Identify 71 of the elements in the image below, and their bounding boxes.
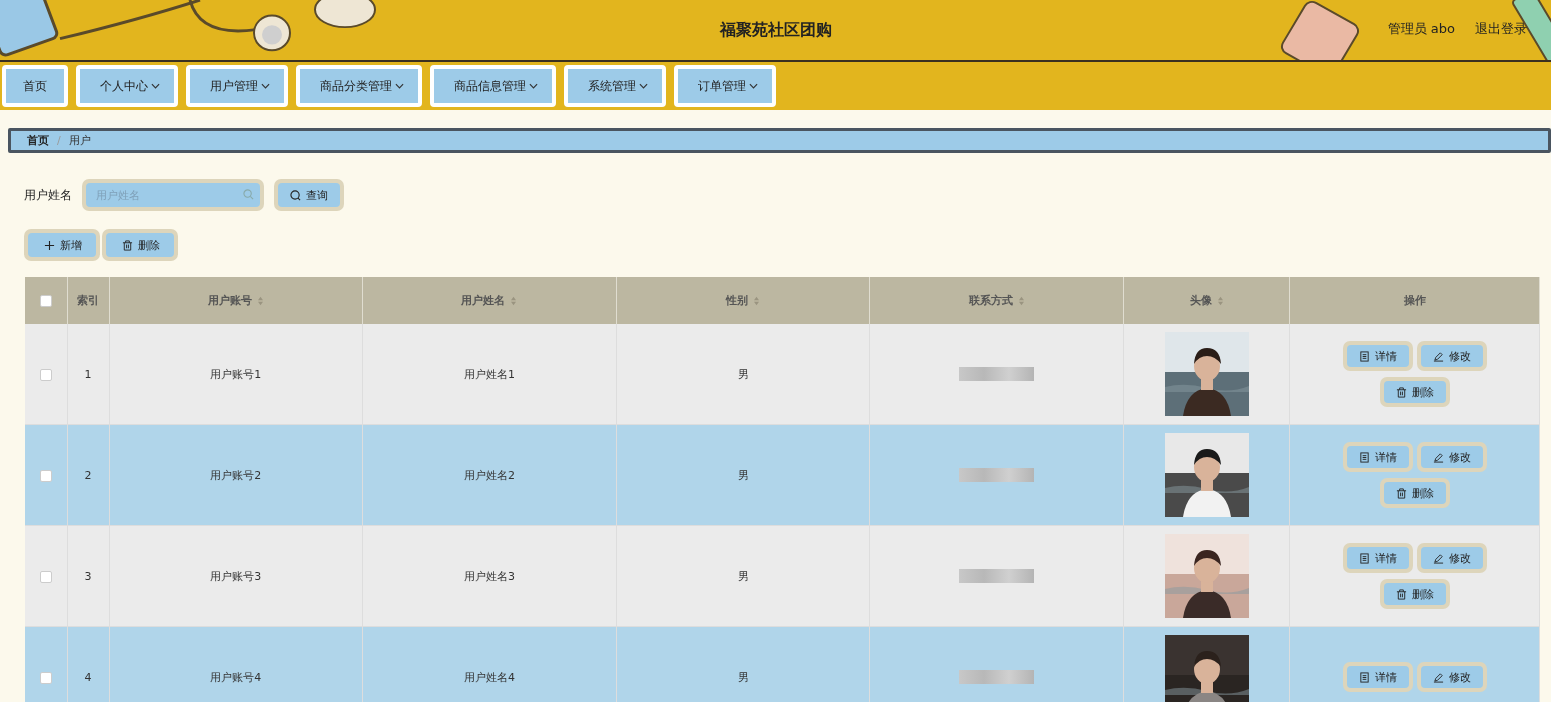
column-header: 用户账号 [109,277,363,324]
breadcrumb-link[interactable]: 用户 [68,133,91,148]
column-header: 性别 [616,277,870,324]
search-icon [290,189,301,201]
delete-button[interactable]: 删除 [1383,381,1446,403]
nav-menu-item[interactable]: 系统管理 [564,65,666,107]
select-all-checkbox[interactable] [39,295,52,307]
column-header: 用户姓名 [362,277,617,324]
nav-menu-item[interactable]: 首页 [2,65,68,107]
trash-icon [1395,588,1407,600]
edit-button[interactable]: 修改 [1420,345,1483,367]
table-cell: 2 [84,468,92,482]
edit-button[interactable]: 修改 [1420,547,1483,569]
query-button[interactable]: 查询 [278,183,340,207]
delete-button[interactable]: 删除 [1383,482,1446,504]
pencil-icon [1432,552,1444,564]
column-header: 索引 [67,277,109,324]
plus-icon [44,239,55,251]
table-cell: 用户账号1 [210,367,262,381]
column-header: 操作 [1289,277,1540,324]
nav-menu-item[interactable]: 个人中心 [76,65,178,107]
document-icon [1358,350,1370,362]
document-icon [1358,671,1370,683]
nav-menu-item[interactable]: 订单管理 [674,65,776,107]
trash-icon [1395,487,1407,499]
row-checkbox[interactable] [39,368,52,381]
search-icon [243,189,254,200]
trash-icon [1395,386,1407,398]
detail-button[interactable]: 详情 [1346,666,1409,688]
detail-button[interactable]: 详情 [1346,345,1409,367]
table-cell: 1 [84,367,92,381]
column-header: 联系方式 [869,277,1124,324]
table-cell: 用户账号2 [210,468,262,482]
row-checkbox[interactable] [39,469,52,482]
document-icon [1358,552,1370,564]
delete-button[interactable]: 删除 [1383,583,1446,605]
nav-menu-item[interactable]: 商品信息管理 [430,65,556,107]
edit-button[interactable]: 修改 [1420,446,1483,468]
site-title: 福聚苑社区团购 [719,19,832,41]
table-cell: 用户账号3 [210,569,262,583]
breadcrumb-separator: / [57,134,61,147]
column-header: 头像 [1123,277,1290,324]
delete-button[interactable]: 删除 [106,233,174,257]
table-cell: 3 [84,569,92,583]
table-cell: 4 [84,670,92,684]
document-icon [1358,451,1370,463]
table-cell: 男 [737,367,749,381]
pencil-icon [1432,671,1444,683]
admin-name: 管理员 abo [1387,20,1455,38]
table-cell: 男 [737,569,749,583]
table-cell: 男 [737,468,749,482]
table-cell: 用户账号4 [210,670,262,684]
row-checkbox[interactable] [39,671,52,684]
table-cell: 用户姓名4 [463,670,515,684]
edit-button[interactable]: 修改 [1420,666,1483,688]
search-label: 用户姓名 [24,186,72,204]
table-cell: 用户姓名3 [463,569,515,583]
trash-icon [122,239,133,251]
table-cell: 男 [737,670,749,684]
nav-menu-item[interactable]: 商品分类管理 [296,65,422,107]
row-checkbox[interactable] [39,570,52,583]
detail-button[interactable]: 详情 [1346,547,1409,569]
pencil-icon [1432,350,1444,362]
breadcrumb-link[interactable]: 首页 [27,133,49,148]
nav-menu-item[interactable]: 用户管理 [186,65,288,107]
pencil-icon [1432,451,1444,463]
logout-link[interactable]: 退出登录 [1475,20,1527,38]
add-button[interactable]: 新增 [28,233,96,257]
detail-button[interactable]: 详情 [1346,446,1409,468]
table-cell: 用户姓名2 [463,468,515,482]
table-cell: 用户姓名1 [463,367,515,381]
